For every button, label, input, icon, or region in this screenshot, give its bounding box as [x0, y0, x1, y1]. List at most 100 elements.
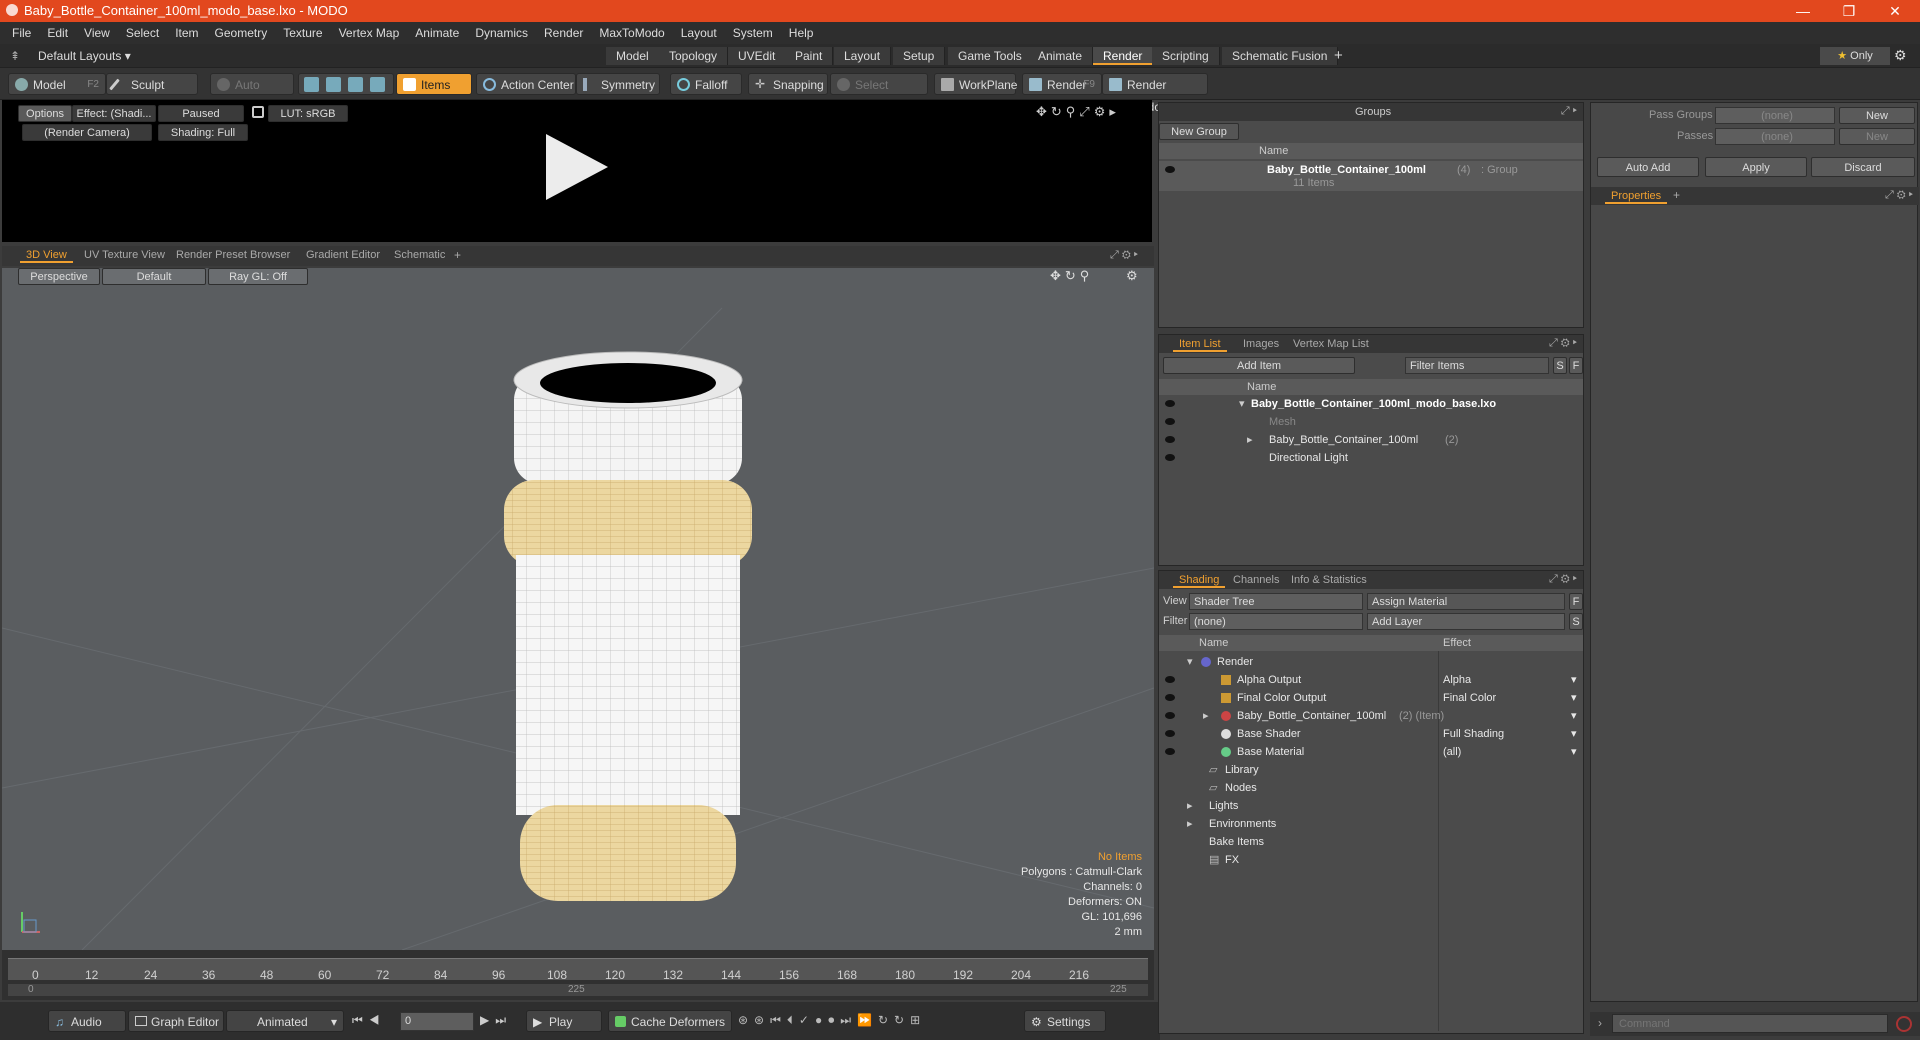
- visibility-eye-icon[interactable]: [1163, 417, 1177, 427]
- chevron-down-icon[interactable]: ▾: [1571, 725, 1577, 743]
- minimize-icon[interactable]: —: [1780, 0, 1826, 22]
- groups-expand-icon[interactable]: ⤢ ▸: [1561, 105, 1577, 118]
- shader-effect[interactable]: Final Color: [1443, 689, 1496, 707]
- tab-3d-view[interactable]: 3D View: [20, 248, 73, 263]
- expand-arrow-icon[interactable]: ▾: [1187, 653, 1193, 671]
- close-icon[interactable]: ✕: [1872, 0, 1918, 22]
- shader-row-fx[interactable]: ▤ FX: [1159, 851, 1583, 869]
- tab-scripting[interactable]: Scripting: [1152, 47, 1220, 65]
- menu-edit[interactable]: Edit: [39, 22, 76, 44]
- chevron-down-icon[interactable]: ▾: [1571, 671, 1577, 689]
- visibility-eye-icon[interactable]: [1163, 165, 1177, 175]
- falloff-button[interactable]: Falloff: [670, 73, 742, 95]
- menu-item[interactable]: Item: [167, 22, 206, 44]
- timeline-range-bar[interactable]: 0 225 225: [8, 984, 1148, 996]
- filter-dropdown[interactable]: (none): [1189, 613, 1363, 630]
- menu-system[interactable]: System: [725, 22, 781, 44]
- tab-animate[interactable]: Animate: [1028, 47, 1094, 65]
- passes-dropdown[interactable]: (none): [1715, 128, 1835, 145]
- auto-select-button[interactable]: Auto Select: [210, 73, 294, 114]
- list-item[interactable]: ▾ Baby_Bottle_Container_100ml_modo_base.…: [1159, 395, 1583, 413]
- tab-properties[interactable]: Properties: [1605, 189, 1668, 204]
- visibility-eye-icon[interactable]: [1163, 747, 1177, 757]
- visibility-eye-icon[interactable]: [1163, 675, 1177, 685]
- symmetry-button[interactable]: Symmetry: [576, 73, 660, 95]
- tab-game-tools[interactable]: Game Tools: [948, 47, 1033, 65]
- shader-effect[interactable]: Full Shading: [1443, 725, 1504, 743]
- visibility-eye-icon[interactable]: [1163, 711, 1177, 721]
- shader-row-lights[interactable]: ▸ Lights: [1159, 797, 1583, 815]
- item-list-expand-icon[interactable]: ⤢ ⚙ ▸: [1549, 337, 1577, 350]
- layout-collapse-icon[interactable]: ⇞: [10, 49, 20, 63]
- workplane-button[interactable]: WorkPlane: [934, 73, 1017, 95]
- tab-model[interactable]: Model: [606, 47, 660, 65]
- animated-dropdown[interactable]: Animated ▾: [226, 1010, 344, 1032]
- list-item[interactable]: Mesh: [1159, 413, 1583, 431]
- tab-item-list[interactable]: Item List: [1173, 337, 1227, 352]
- expand-arrow-icon[interactable]: ▸: [1187, 815, 1193, 833]
- chevron-down-icon[interactable]: ▾: [1571, 689, 1577, 707]
- tab-vertex-map-list[interactable]: Vertex Map List: [1287, 337, 1375, 352]
- tab-schematic[interactable]: Schematic: [388, 248, 451, 263]
- shading-dropdown[interactable]: Shading: Full: [158, 124, 248, 141]
- shader-effect[interactable]: (all): [1443, 743, 1461, 761]
- expand-arrow-icon[interactable]: ▸: [1187, 797, 1193, 815]
- render-camera-dropdown[interactable]: (Render Camera): [22, 124, 152, 141]
- menu-maxtomodo[interactable]: MaxToModo: [591, 22, 672, 44]
- add-view-tab-icon[interactable]: +: [454, 248, 461, 262]
- audio-button[interactable]: ♫ Audio: [48, 1010, 126, 1032]
- shading-s-button[interactable]: S: [1569, 613, 1583, 630]
- preview-nav-icons[interactable]: ✥↻⚲⤢⚙▸: [1036, 104, 1120, 120]
- edges-mode-icon[interactable]: [326, 77, 341, 92]
- new-group-button[interactable]: New Group: [1159, 123, 1239, 140]
- menu-render[interactable]: Render: [536, 22, 591, 44]
- shading-expand-icon[interactable]: ⤢ ⚙ ▸: [1549, 573, 1577, 586]
- view-expand-icon[interactable]: ⤢ ⚙ ▸: [1110, 249, 1138, 262]
- shader-effect[interactable]: Alpha: [1443, 671, 1471, 689]
- timeline[interactable]: 0 12 24 36 48 60 72 84 96 108 120 132 14…: [2, 950, 1154, 1000]
- settings-button[interactable]: ⚙ Settings: [1024, 1010, 1106, 1032]
- pass-groups-dropdown[interactable]: (none): [1715, 107, 1835, 124]
- lock-icon[interactable]: [252, 106, 264, 118]
- polygons-mode-icon[interactable]: [348, 77, 363, 92]
- menu-vertex-map[interactable]: Vertex Map: [331, 22, 408, 44]
- chevron-down-icon[interactable]: ▾: [1571, 743, 1577, 761]
- restore-icon[interactable]: ❐: [1826, 0, 1872, 22]
- shader-row-base-material[interactable]: Base Material (all) ▾: [1159, 743, 1583, 761]
- items-button[interactable]: Items: [396, 73, 472, 95]
- playback-next-icons[interactable]: ▶⏭: [480, 1013, 512, 1028]
- default-layouts-dropdown[interactable]: Default Layouts ▾: [38, 49, 131, 63]
- filter-s-button[interactable]: S: [1553, 357, 1567, 374]
- shader-row-library[interactable]: ▱ Library: [1159, 761, 1583, 779]
- tab-shading[interactable]: Shading: [1173, 573, 1226, 588]
- tab-gradient-editor[interactable]: Gradient Editor: [300, 248, 386, 263]
- snapping-button[interactable]: ✛ Snapping: [748, 73, 828, 95]
- menu-layout[interactable]: Layout: [673, 22, 725, 44]
- tab-info-statistics[interactable]: Info & Statistics: [1285, 573, 1373, 588]
- play-icon[interactable]: [542, 132, 612, 202]
- tab-topology[interactable]: Topology: [659, 47, 729, 65]
- menu-texture[interactable]: Texture: [275, 22, 330, 44]
- menu-help[interactable]: Help: [781, 22, 822, 44]
- shader-row-nodes[interactable]: ▱ Nodes: [1159, 779, 1583, 797]
- menu-dynamics[interactable]: Dynamics: [467, 22, 536, 44]
- auto-add-button[interactable]: Auto Add: [1597, 157, 1699, 177]
- tab-render[interactable]: Render: [1093, 47, 1154, 65]
- graph-editor-button[interactable]: Graph Editor: [128, 1010, 224, 1032]
- expand-arrow-icon[interactable]: ▸: [1203, 707, 1209, 725]
- chevron-down-icon[interactable]: ▾: [1571, 707, 1577, 725]
- record-icon[interactable]: [1896, 1016, 1912, 1032]
- visibility-eye-icon[interactable]: [1163, 399, 1177, 409]
- command-input[interactable]: [1612, 1014, 1888, 1033]
- tab-images[interactable]: Images: [1237, 337, 1285, 352]
- discard-button[interactable]: Discard: [1811, 157, 1915, 177]
- action-center-button[interactable]: Action Center: [476, 73, 576, 95]
- playback-start-icons[interactable]: ⏮◀: [352, 1013, 386, 1028]
- pass-groups-new-button[interactable]: New: [1839, 107, 1915, 124]
- properties-expand-icon[interactable]: ⤢ ⚙ ▸: [1885, 189, 1913, 202]
- visibility-eye-icon[interactable]: [1163, 729, 1177, 739]
- tab-render-preset-browser[interactable]: Render Preset Browser: [170, 248, 296, 263]
- shader-row-environments[interactable]: ▸ Environments: [1159, 815, 1583, 833]
- menu-animate[interactable]: Animate: [407, 22, 467, 44]
- menu-select[interactable]: Select: [118, 22, 167, 44]
